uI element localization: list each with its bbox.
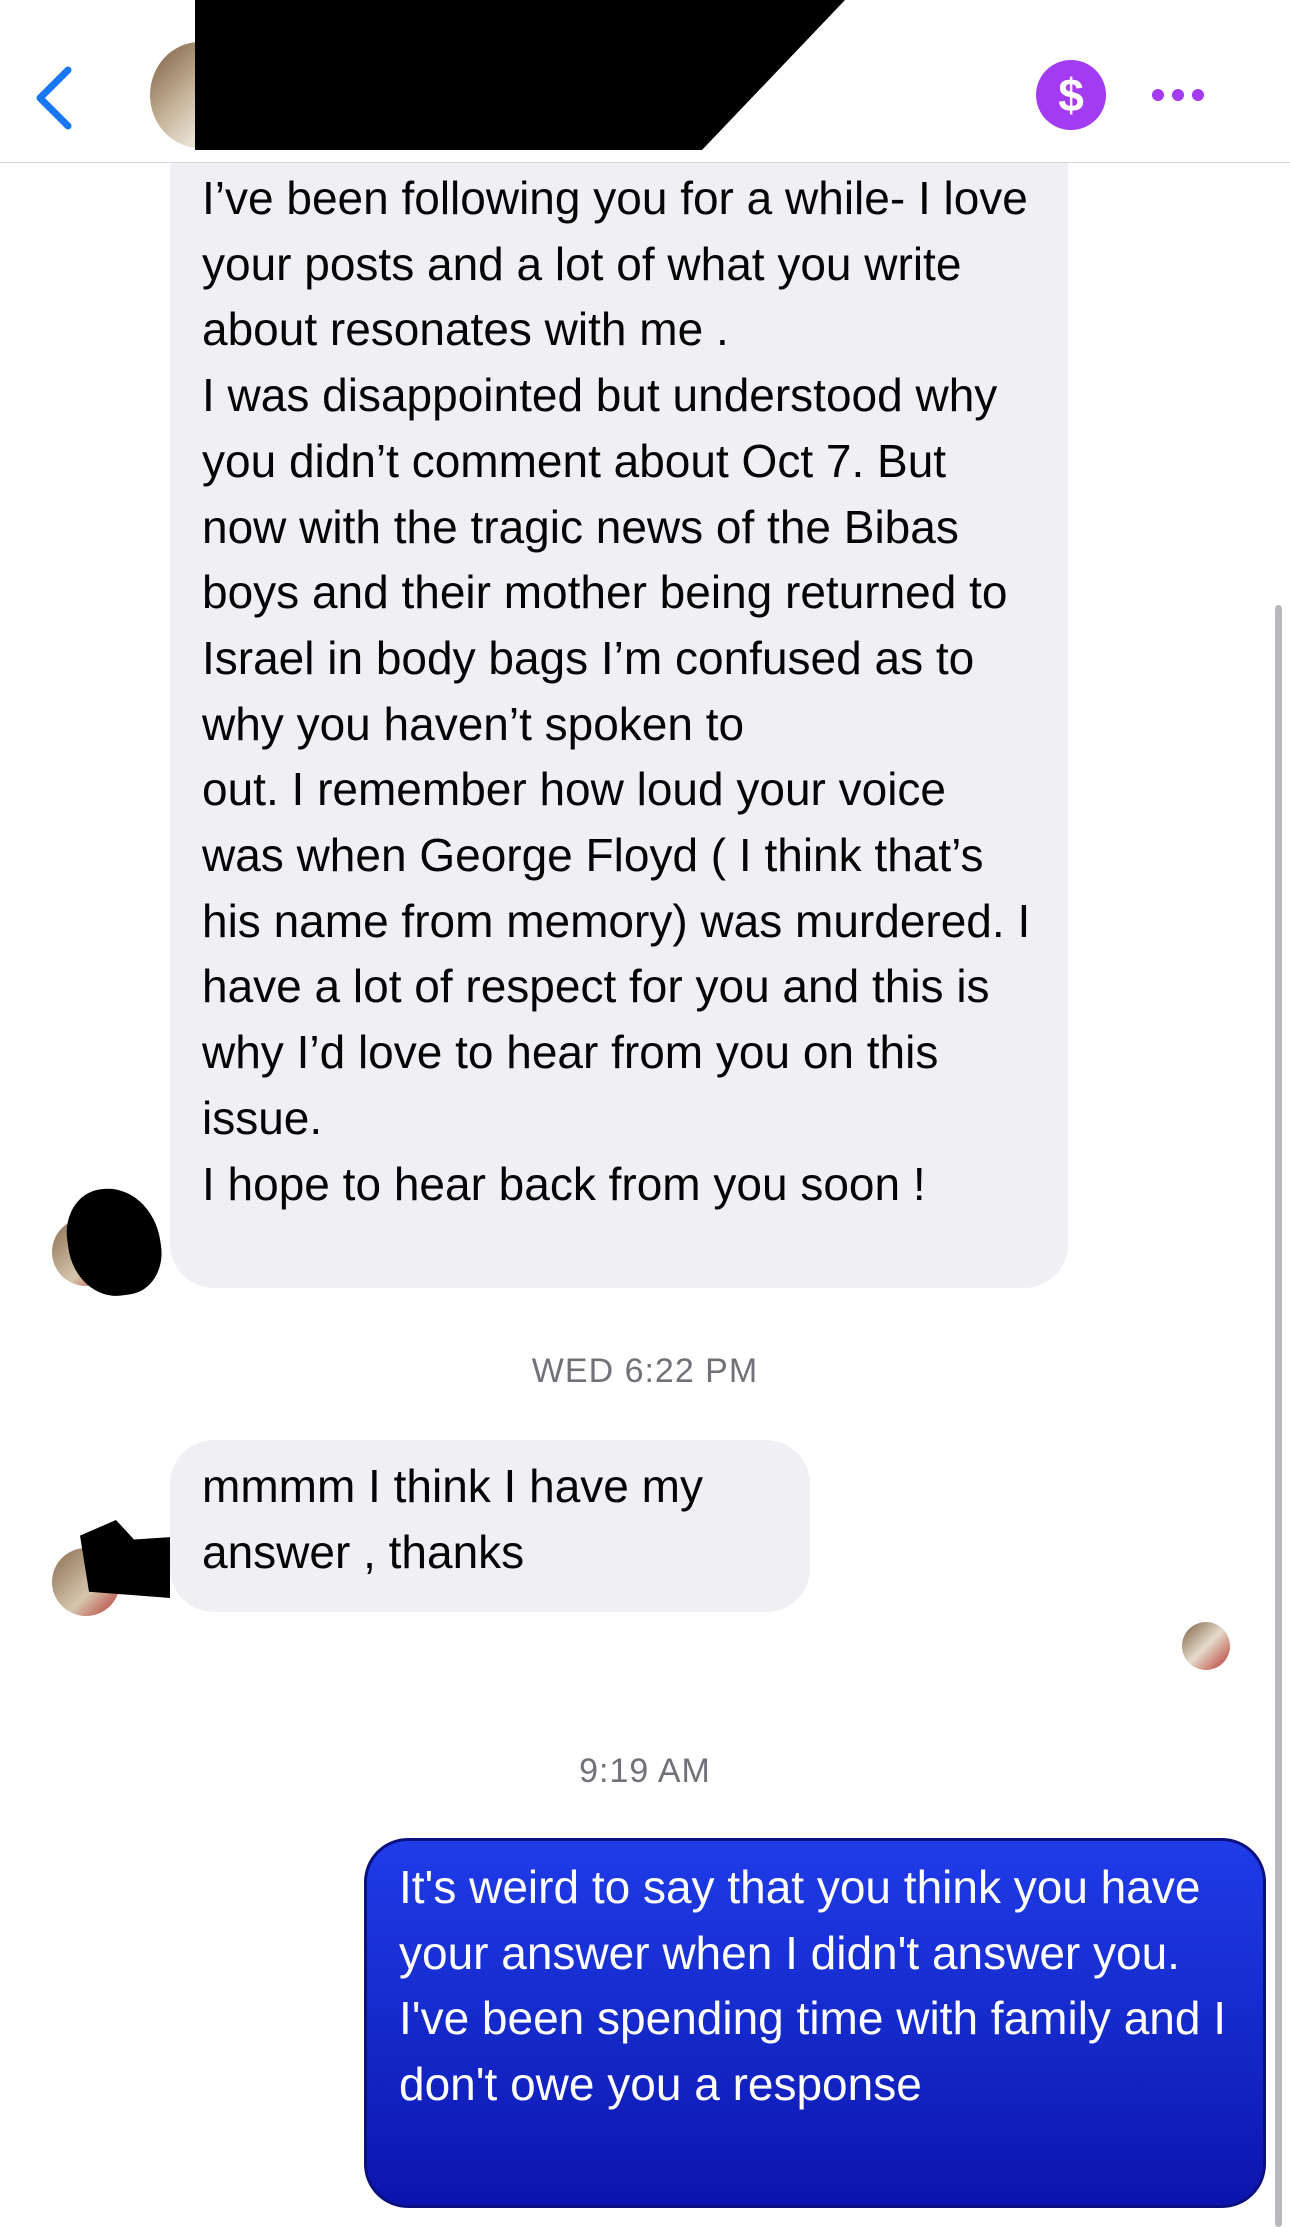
message-bubble-outgoing[interactable]: It's weird to say that you think you hav… xyxy=(364,1838,1266,2208)
read-receipt-avatar xyxy=(1182,1622,1230,1670)
message-timestamp: WED 6:22 PM xyxy=(531,1352,759,1390)
scrollbar[interactable] xyxy=(1275,605,1282,2227)
payment-button[interactable]: $ xyxy=(1036,60,1106,130)
more-options-button[interactable] xyxy=(1148,80,1208,110)
message-bubble-incoming[interactable]: I’ve been following you for a while- I l… xyxy=(170,160,1068,1288)
ellipsis-icon xyxy=(1152,89,1204,101)
message-bubble-incoming[interactable]: mmmm I think I have my answer , thanks xyxy=(170,1440,810,1612)
dollar-icon: $ xyxy=(1058,69,1084,121)
back-button[interactable] xyxy=(30,64,80,132)
name-redaction xyxy=(195,0,845,150)
message-timestamp: 9:19 AM xyxy=(579,1752,711,1790)
avatar-redaction xyxy=(80,1520,170,1598)
chevron-left-icon xyxy=(36,66,72,130)
chat-header: $ xyxy=(0,0,1290,163)
